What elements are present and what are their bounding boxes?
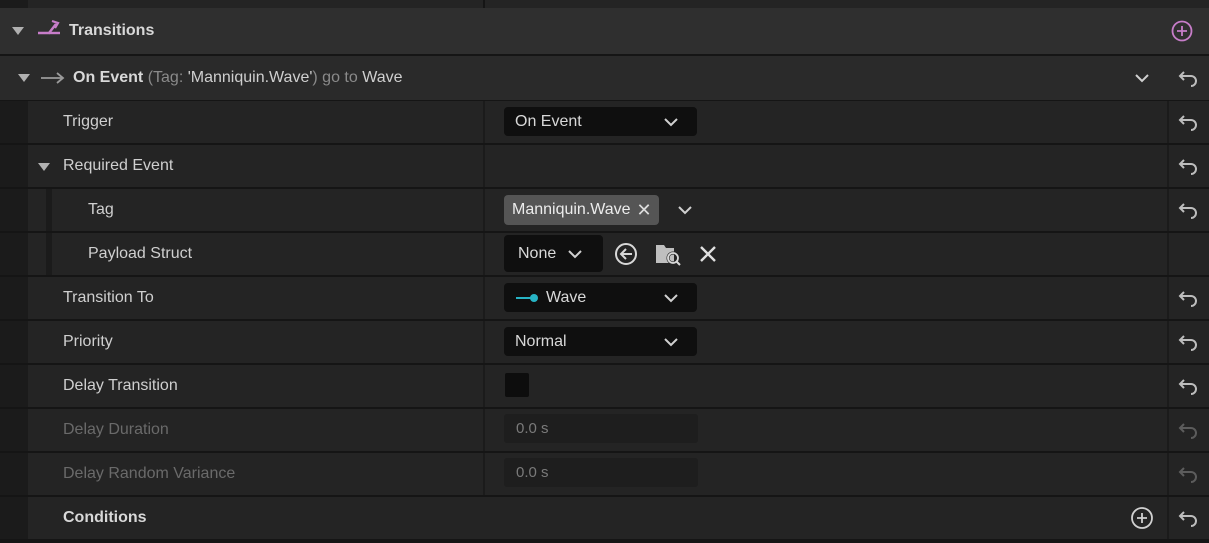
delay-transition-checkbox[interactable] [505, 373, 529, 397]
row-delay-transition: Delay Transition [0, 365, 1209, 407]
chevron-down-icon [664, 294, 678, 303]
browse-folder-icon[interactable] [654, 241, 682, 267]
transition-item-header[interactable]: On Event (Tag: 'Manniquin.Wave') go to W… [0, 56, 1209, 100]
transition-icon [38, 19, 60, 35]
state-link-icon [516, 294, 538, 302]
reset-arrow-icon[interactable] [1178, 69, 1198, 87]
row-trigger: Trigger On Event [0, 101, 1209, 143]
priority-combo[interactable]: Normal [504, 327, 697, 356]
delay-transition-label: Delay Transition [63, 377, 178, 394]
reset-arrow-icon[interactable] [1178, 289, 1198, 307]
trigger-combo[interactable]: On Event [504, 107, 697, 136]
trigger-value: On Event [515, 113, 582, 130]
reset-arrow-icon [1178, 423, 1197, 439]
delay-variance-field[interactable]: 0.0 s [504, 458, 698, 487]
reset-arrow-icon[interactable] [1178, 377, 1198, 395]
plus-circle-icon[interactable] [1171, 20, 1193, 42]
transition-to-value: Wave [546, 289, 587, 306]
tag-label: Tag [88, 201, 114, 218]
row-required-event: Required Event [0, 145, 1209, 187]
previous-row-edge [0, 0, 1209, 8]
delay-duration-label: Delay Duration [63, 421, 169, 438]
tag-value: Manniquin.Wave [512, 201, 631, 218]
tag-chip[interactable]: Manniquin.Wave ✕ [504, 195, 659, 225]
triangle-down-icon[interactable] [37, 162, 51, 172]
chevron-down-icon[interactable] [677, 203, 693, 217]
chevron-down-icon [664, 118, 678, 127]
chevron-down-icon[interactable] [1134, 72, 1150, 84]
triangle-down-icon[interactable] [11, 26, 25, 36]
chevron-down-icon [568, 250, 582, 259]
transition-to-combo[interactable]: Wave [504, 283, 697, 312]
reset-arrow-icon[interactable] [1178, 113, 1198, 131]
row-conditions: Conditions [0, 497, 1209, 539]
reset-arrow-icon [1178, 467, 1197, 483]
arrow-right-icon [41, 72, 65, 84]
transition-to-label: Transition To [63, 289, 154, 306]
transitions-category-header[interactable]: Transitions [0, 8, 1209, 54]
trigger-label: Trigger [63, 113, 114, 130]
plus-circle-icon[interactable] [1130, 506, 1154, 530]
details-panel: Transitions On Event (Tag: 'Manniquin.Wa… [0, 0, 1209, 543]
use-selected-icon[interactable] [614, 242, 638, 266]
row-tag: Tag Manniquin.Wave ✕ [0, 189, 1209, 231]
transition-goto: go to [322, 69, 358, 86]
delay-variance-label: Delay Random Variance [63, 465, 236, 482]
payload-combo[interactable]: None [504, 235, 603, 272]
reset-arrow-icon[interactable] [1178, 333, 1198, 351]
conditions-label: Conditions [63, 509, 147, 526]
transition-tag: (Tag: 'Manniquin.Wave') [147, 69, 318, 86]
priority-label: Priority [63, 333, 113, 350]
transition-summary: On Event (Tag: 'Manniquin.Wave') go to W… [73, 56, 403, 100]
row-delay-variance: Delay Random Variance 0.0 s [0, 453, 1209, 495]
payload-label: Payload Struct [88, 245, 193, 262]
payload-value: None [518, 245, 557, 262]
transition-type: On Event [73, 69, 144, 86]
close-icon[interactable]: ✕ [636, 195, 651, 225]
delay-duration-field[interactable]: 0.0 s [504, 414, 698, 443]
required-event-label: Required Event [63, 157, 174, 174]
reset-arrow-icon[interactable] [1178, 157, 1198, 175]
row-transition-to: Transition To Wave [0, 277, 1209, 319]
triangle-down-icon[interactable] [17, 73, 31, 83]
reset-arrow-icon[interactable] [1178, 201, 1198, 219]
row-payload-struct: Payload Struct None [0, 233, 1209, 275]
transition-target: Wave [362, 69, 403, 86]
chevron-down-icon [664, 338, 678, 347]
reset-arrow-icon[interactable] [1178, 509, 1198, 527]
priority-value: Normal [515, 333, 567, 350]
clear-icon[interactable] [698, 244, 718, 264]
row-priority: Priority Normal [0, 321, 1209, 363]
transitions-title: Transitions [69, 22, 155, 39]
row-delay-duration: Delay Duration 0.0 s [0, 409, 1209, 451]
